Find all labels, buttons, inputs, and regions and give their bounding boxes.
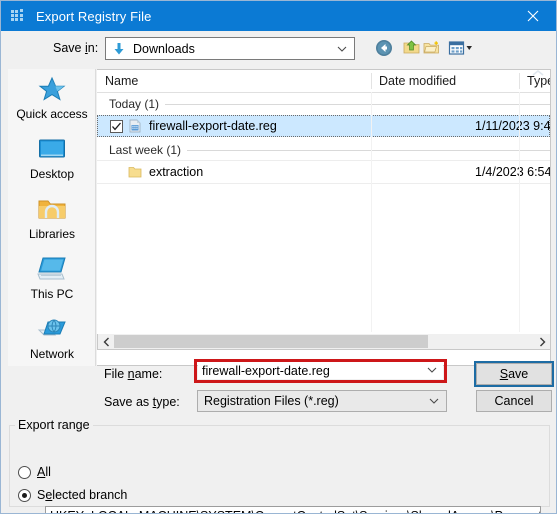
group-label: Last week (1) [109,143,182,157]
file-name: extraction [149,165,204,179]
group-header-last-week[interactable]: Last week (1) [97,140,550,160]
row-checkbox[interactable] [110,119,123,133]
back-arrow-icon [376,40,392,56]
folder-library-icon [36,193,68,225]
export-registry-file-dialog: Export Registry File Save in: Downloads [0,0,557,514]
scroll-left-button[interactable] [98,334,114,349]
file-list[interactable]: Name Date modified Type Today (1) [97,69,551,366]
group-rule [165,103,550,105]
new-folder-icon [423,41,439,54]
place-label: Desktop [29,167,75,181]
row-separator [97,183,550,184]
place-label: Libraries [28,227,76,241]
new-folder-button[interactable] [421,37,443,59]
place-quick-access[interactable]: Quick access [8,71,96,129]
radio-indicator [18,465,31,479]
horizontal-scrollbar[interactable] [97,334,551,350]
column-grid-line [519,92,520,332]
place-libraries[interactable]: Libraries [8,191,96,249]
radio-label: Selected branch [37,488,128,502]
close-button[interactable] [510,1,556,31]
save-in-row: Save in: Downloads [1,31,556,67]
export-range-legend: Export range [15,418,93,432]
save-in-label: Save in: [53,41,99,55]
chevron-right-icon [539,337,545,346]
place-label: Quick access [16,107,88,121]
file-name: firewall-export-date.reg [149,119,277,133]
group-rule [187,149,550,151]
radio-selected-branch[interactable]: Selected branch [18,488,127,502]
downloads-arrow-icon [111,41,127,57]
monitor-icon [36,133,68,165]
column-header: Name Date modified Type [97,70,550,93]
chevron-up-icon [532,70,544,76]
column-label: Type [527,74,550,88]
places-bar: Quick access Desktop Libraries This PC N… [8,69,96,366]
table-row[interactable]: extraction 1/4/2023 6:54 AM File fo [97,161,550,183]
save-as-type-label: Save as type: [104,395,180,409]
scroll-right-button[interactable] [534,334,550,349]
chevron-down-icon [337,46,347,52]
place-desktop[interactable]: Desktop [8,131,96,189]
reg-file-icon [127,118,143,134]
views-icon [448,41,472,55]
scrollbar-track[interactable] [114,334,534,349]
star-icon [36,73,68,105]
group-header-today[interactable]: Today (1) [97,94,550,114]
file-date-modified: 1/4/2023 6:54 AM [475,165,551,179]
selected-branch-value: HKEY_LOCAL_MACHINE\SYSTEM\CurrentControl… [50,509,540,513]
place-network[interactable]: Network [8,311,96,369]
save-in-combobox[interactable]: Downloads [105,37,355,60]
file-name-input[interactable]: firewall-export-date.reg [198,363,443,379]
cancel-button-label: Cancel [494,394,534,408]
group-label: Today (1) [109,97,160,111]
computer-icon [36,253,68,285]
table-row[interactable]: firewall-export-date.reg 1/11/2023 9:44 … [97,115,550,137]
folder-icon [127,164,143,180]
globe-network-icon [36,313,68,345]
column-grid-line [371,92,372,332]
close-icon [527,10,539,22]
save-as-type-value: Registration Files (*.reg) [204,394,339,408]
title-bar: Export Registry File [1,1,556,31]
radio-label: All [37,465,51,479]
registry-editor-icon [10,8,26,24]
column-label: Name [105,74,139,88]
chevron-left-icon [103,337,109,346]
save-as-type-combobox[interactable]: Registration Files (*.reg) [197,390,447,412]
chevron-down-icon [427,367,437,373]
file-name-value: firewall-export-date.reg [202,364,330,378]
selected-branch-input[interactable]: HKEY_LOCAL_MACHINE\SYSTEM\CurrentControl… [45,506,541,513]
column-label: Date modified [379,74,457,88]
place-this-pc[interactable]: This PC [8,251,96,309]
radio-indicator [18,488,31,502]
cancel-button[interactable]: Cancel [476,390,552,412]
back-button[interactable] [373,37,395,59]
check-icon [112,122,121,130]
radio-all[interactable]: All [18,465,51,479]
up-folder-icon [403,40,420,54]
scrollbar-thumb[interactable] [114,335,428,348]
place-label: Network [29,347,74,361]
save-in-value: Downloads [133,41,195,56]
up-one-level-button[interactable] [401,37,423,59]
save-button[interactable]: Save [476,363,552,385]
views-button[interactable] [446,37,476,59]
place-label: This PC [30,287,74,301]
file-date-modified: 1/11/2023 9:44 AM [475,119,551,133]
chevron-down-icon [429,398,439,404]
file-name-label: File name: [104,367,163,381]
column-header-date-modified[interactable]: Date modified [371,70,519,92]
column-header-name[interactable]: Name [97,70,371,92]
window-title: Export Registry File [36,8,152,24]
